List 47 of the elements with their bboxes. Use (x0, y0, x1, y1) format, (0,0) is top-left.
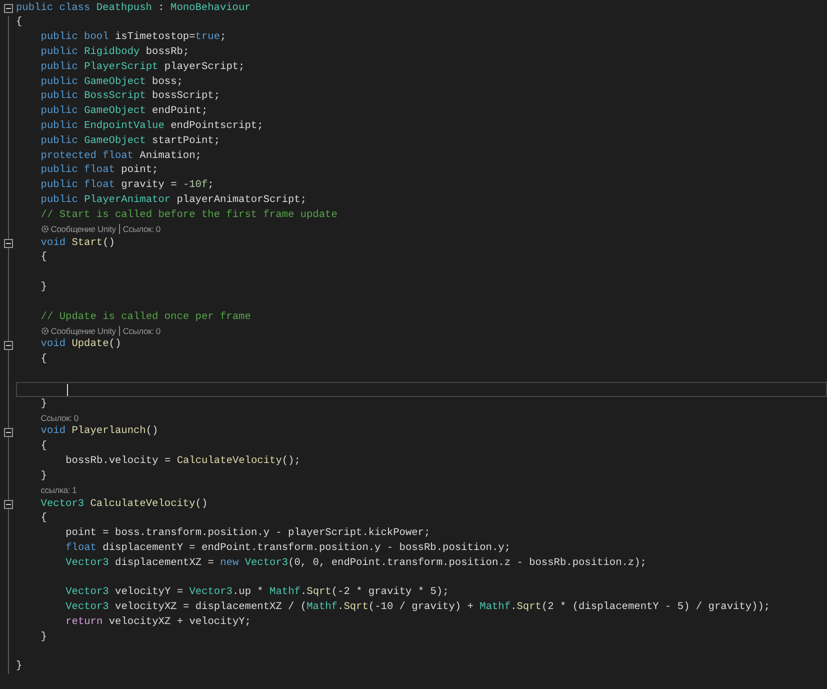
code-line: { (40, 439, 47, 454)
code-line: public BossScript bossScript; (40, 89, 220, 104)
code-line: public float gravity = -10f; (40, 178, 214, 194)
code-line: public bool isTimetostop=true; (40, 30, 226, 46)
code-line: public class Deathpush : MonoBehaviour (16, 0, 251, 16)
code-line: Vector3 velocityY = Vector3.up * Mathf.Sqrt(-2 * gravity * 5); (66, 585, 449, 600)
reference-count-link[interactable]: Ссылок: 0 (122, 223, 160, 236)
reference-count-link[interactable]: Ссылок: 0 (40, 412, 78, 425)
reference-count-link[interactable]: Ссылок: 0 (122, 324, 160, 338)
code-line: } (40, 396, 47, 412)
code-line: public GameObject boss; (40, 74, 183, 90)
code-line: public float point; (40, 163, 158, 178)
collapse-icon[interactable] (4, 238, 13, 248)
code-line: } (40, 468, 47, 484)
code-line: { (16, 15, 22, 30)
code-line: // Update is called once per frame (40, 310, 251, 325)
reference-count-link[interactable]: Сообщение Unity (50, 223, 116, 236)
collapse-icon[interactable] (4, 428, 13, 437)
code-line: void Update() (40, 337, 122, 352)
code-line: public PlayerAnimator playerAnimatorScript; (40, 193, 307, 208)
reference-count-link[interactable]: Сообщение Unity (50, 324, 116, 338)
code-line: return velocityXZ + velocityY; (66, 614, 251, 630)
collapse-icon[interactable] (4, 4, 13, 13)
code-line: { (40, 352, 47, 368)
collapse-icon[interactable] (4, 340, 13, 350)
collapse-icon[interactable] (4, 500, 13, 509)
code-line: void Start() (40, 236, 115, 251)
code-line: point = boss.transform.position.y - playerScript.kickPower; (66, 526, 430, 542)
code-line: { (40, 511, 47, 526)
code-line: public PlayerScript playerScript; (40, 60, 245, 75)
code-line: public EndpointValue endPointscript; (40, 119, 264, 134)
code-line: public Rigidbody bossRb; (40, 45, 190, 60)
reference-count-link[interactable]: ссылка: 1 (40, 484, 77, 497)
code-line: } (40, 630, 47, 645)
code-line: void Playerlaunch() (40, 424, 158, 440)
code-line: bossRb.velocity = CalculateVelocity(); (66, 454, 300, 469)
code-line: public GameObject startPoint; (40, 134, 220, 149)
code-line: protected float Animation; (40, 148, 202, 164)
code-line: Vector3 velocityXZ = displacementXZ / (Mathf.Sqrt(-10 / gravity) + Mathf.Sqrt(2 * (displacementY - 5) / gravity)); (66, 600, 770, 616)
code-line: } (16, 659, 22, 674)
code-line: public GameObject endPoint; (40, 104, 208, 120)
code-line: float displacementY = endPoint.transform.position.y - bossRb.position.y; (66, 540, 510, 556)
code-line: Vector3 displacementXZ = new Vector3(0, 0, endPoint.transform.position.z - bossRb.position.z); (66, 556, 646, 571)
code-line: { (40, 250, 47, 266)
code-line: Vector3 CalculateVelocity() (40, 496, 208, 512)
code-line: } (40, 280, 47, 296)
code-line: // Start is called before the first frame update (40, 208, 338, 223)
